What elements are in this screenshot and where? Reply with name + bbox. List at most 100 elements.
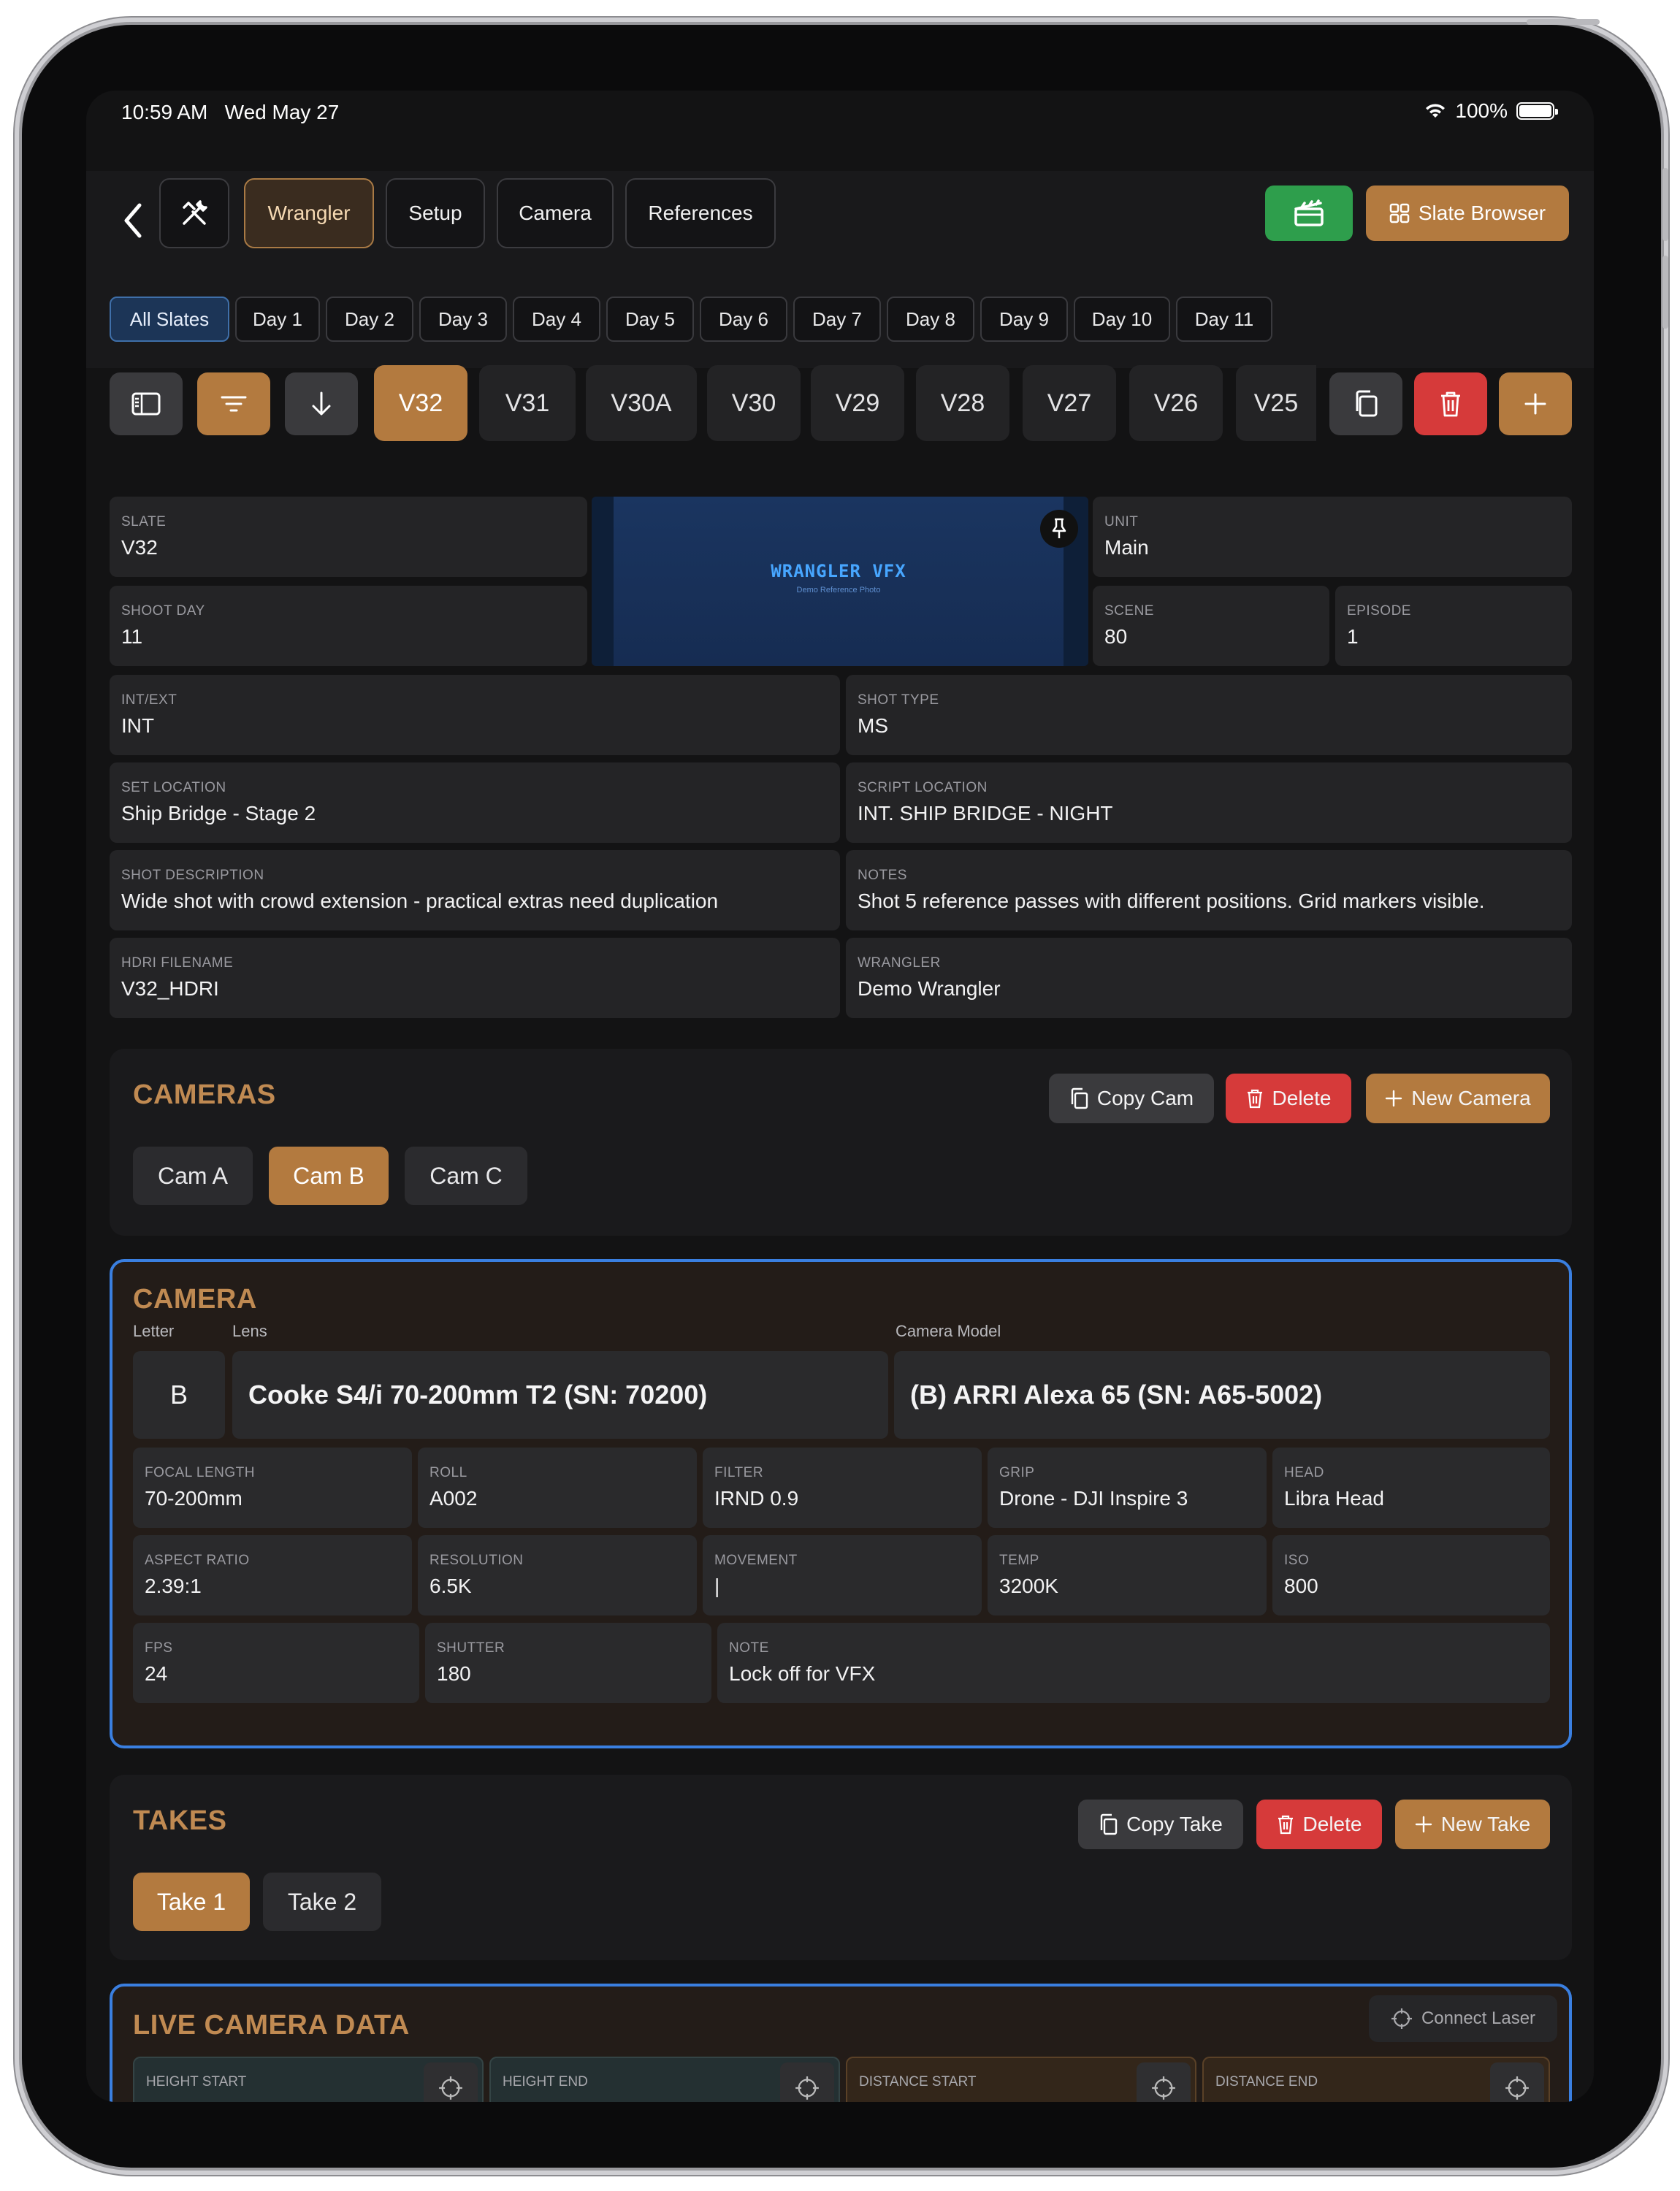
tools-icon — [183, 200, 207, 225]
field-roll[interactable]: ROLL A002 — [418, 1448, 697, 1528]
day-chip-all[interactable]: All Slates — [110, 297, 229, 342]
crosshair-icon — [1391, 2008, 1412, 2029]
day-chip-1[interactable]: Day 1 — [235, 297, 320, 342]
day-chip-2[interactable]: Day 2 — [326, 297, 413, 342]
slate-chip-v28[interactable]: V28 — [916, 365, 1009, 441]
pin-button[interactable] — [1040, 510, 1078, 548]
sort-down-button[interactable] — [285, 372, 358, 435]
field-focal-length[interactable]: FOCAL LENGTH 70-200mm — [133, 1448, 412, 1528]
reference-photo[interactable]: WRANGLER VFX Demo Reference Photo — [592, 497, 1088, 666]
tools-button[interactable] — [159, 178, 229, 248]
day-chip-8[interactable]: Day 8 — [887, 297, 974, 342]
take-pill-2[interactable]: Take 2 — [263, 1873, 381, 1931]
filter-button[interactable] — [197, 372, 270, 435]
slate-chip-v26[interactable]: V26 — [1129, 365, 1223, 441]
grid-icon — [1389, 203, 1410, 223]
measure-height-start-button[interactable] — [424, 2062, 478, 2102]
tab-setup[interactable]: Setup — [386, 178, 485, 248]
field-set-location[interactable]: SET LOCATION Ship Bridge - Stage 2 — [110, 762, 840, 843]
day-chip-3[interactable]: Day 3 — [419, 297, 507, 342]
field-wrangler[interactable]: WRANGLER Demo Wrangler — [846, 938, 1572, 1018]
new-take-button[interactable]: New Take — [1395, 1800, 1550, 1849]
field-filter[interactable]: FILTER IRND 0.9 — [703, 1448, 982, 1528]
field-unit[interactable]: UNIT Main — [1093, 497, 1572, 577]
live-camera-data-title: LIVE CAMERA DATA — [133, 2010, 410, 2041]
arrow-down-icon — [312, 391, 331, 416]
tab-camera[interactable]: Camera — [497, 178, 614, 248]
field-shoot-day[interactable]: SHOOT DAY 11 — [110, 586, 587, 666]
field-iso[interactable]: ISO 800 — [1272, 1535, 1550, 1615]
field-height-end[interactable]: HEIGHT END — [489, 2057, 840, 2102]
delete-slate-button[interactable] — [1414, 372, 1487, 435]
measure-distance-end-button[interactable] — [1490, 2062, 1544, 2102]
field-int-ext[interactable]: INT/EXT INT — [110, 675, 840, 755]
copy-take-button[interactable]: Copy Take — [1078, 1800, 1243, 1849]
battery-percent: 100% — [1455, 99, 1508, 122]
camera-pill-b[interactable]: Cam B — [269, 1147, 389, 1205]
field-fps[interactable]: FPS 24 — [133, 1623, 419, 1703]
field-grip[interactable]: GRIP Drone - DJI Inspire 3 — [988, 1448, 1267, 1528]
slate-chip-v32[interactable]: V32 — [374, 365, 467, 441]
camera-letter-field[interactable]: B — [133, 1351, 225, 1439]
field-movement[interactable]: MOVEMENT | — [703, 1535, 982, 1615]
delete-camera-button[interactable]: Delete — [1226, 1074, 1351, 1123]
measure-height-end-button[interactable] — [780, 2062, 834, 2102]
battery-icon — [1516, 102, 1558, 120]
field-script-location[interactable]: SCRIPT LOCATION INT. SHIP BRIDGE - NIGHT — [846, 762, 1572, 843]
back-chevron-icon[interactable] — [111, 191, 155, 250]
field-episode[interactable]: EPISODE 1 — [1335, 586, 1572, 666]
field-aspect-ratio[interactable]: ASPECT RATIO 2.39:1 — [133, 1535, 412, 1615]
field-height-start[interactable]: HEIGHT START — [133, 2057, 484, 2102]
day-chip-9[interactable]: Day 9 — [980, 297, 1068, 342]
camera-pill-c[interactable]: Cam C — [405, 1147, 527, 1205]
field-shot-type[interactable]: SHOT TYPE MS — [846, 675, 1572, 755]
day-chip-11[interactable]: Day 11 — [1176, 297, 1272, 342]
slate-chip-v25[interactable]: V25 — [1236, 365, 1316, 441]
sidebar-toggle-button[interactable] — [110, 372, 183, 435]
lens-label: Lens — [232, 1322, 267, 1340]
day-chip-7[interactable]: Day 7 — [793, 297, 881, 342]
connect-laser-button[interactable]: Connect Laser — [1369, 1995, 1557, 2042]
slate-chip-v29[interactable]: V29 — [811, 365, 904, 441]
lens-field[interactable]: Cooke S4/i 70-200mm T2 (SN: 70200) — [232, 1351, 888, 1439]
day-chip-10[interactable]: Day 10 — [1074, 297, 1170, 342]
day-chip-5[interactable]: Day 5 — [606, 297, 694, 342]
field-hdri-filename[interactable]: HDRI FILENAME V32_HDRI — [110, 938, 840, 1018]
slate-chip-v30[interactable]: V30 — [707, 365, 801, 441]
field-head[interactable]: HEAD Libra Head — [1272, 1448, 1550, 1528]
field-slate[interactable]: SLATE V32 — [110, 497, 587, 577]
pin-icon — [1052, 518, 1066, 538]
letter-label: Letter — [133, 1322, 175, 1340]
new-camera-button[interactable]: New Camera — [1366, 1074, 1550, 1123]
camera-title: CAMERA — [133, 1284, 257, 1315]
take-pill-1[interactable]: Take 1 — [133, 1873, 250, 1931]
plus-icon — [1524, 393, 1546, 415]
delete-take-button[interactable]: Delete — [1256, 1800, 1382, 1849]
field-distance-start[interactable]: DISTANCE START — [846, 2057, 1196, 2102]
measure-distance-start-button[interactable] — [1137, 2062, 1191, 2102]
tab-wrangler[interactable]: Wrangler — [244, 178, 374, 248]
field-scene[interactable]: SCENE 80 — [1093, 586, 1329, 666]
field-shutter[interactable]: SHUTTER 180 — [425, 1623, 711, 1703]
tab-references[interactable]: References — [625, 178, 776, 248]
field-camera-note[interactable]: NOTE Lock off for VFX — [717, 1623, 1550, 1703]
add-slate-button[interactable] — [1499, 372, 1572, 435]
field-distance-end[interactable]: DISTANCE END — [1202, 2057, 1550, 2102]
crosshair-icon — [1152, 2076, 1175, 2100]
copy-slate-button[interactable] — [1329, 372, 1402, 435]
field-resolution[interactable]: RESOLUTION 6.5K — [418, 1535, 697, 1615]
camera-model-field[interactable]: (B) ARRI Alexa 65 (SN: A65-5002) — [894, 1351, 1550, 1439]
field-notes[interactable]: NOTES Shot 5 reference passes with diffe… — [846, 850, 1572, 930]
camera-model-label: Camera Model — [896, 1322, 1001, 1340]
field-shot-description[interactable]: SHOT DESCRIPTION Wide shot with crowd ex… — [110, 850, 840, 930]
copy-cam-button[interactable]: Copy Cam — [1049, 1074, 1214, 1123]
camera-pill-a[interactable]: Cam A — [133, 1147, 253, 1205]
clapperboard-button[interactable] — [1265, 186, 1353, 241]
field-temp[interactable]: TEMP 3200K — [988, 1535, 1267, 1615]
slate-chip-v31[interactable]: V31 — [479, 365, 576, 441]
slate-browser-button[interactable]: Slate Browser — [1366, 186, 1569, 241]
slate-chip-v27[interactable]: V27 — [1023, 365, 1116, 441]
day-chip-4[interactable]: Day 4 — [513, 297, 600, 342]
day-chip-6[interactable]: Day 6 — [700, 297, 787, 342]
slate-chip-v30a[interactable]: V30A — [586, 365, 697, 441]
